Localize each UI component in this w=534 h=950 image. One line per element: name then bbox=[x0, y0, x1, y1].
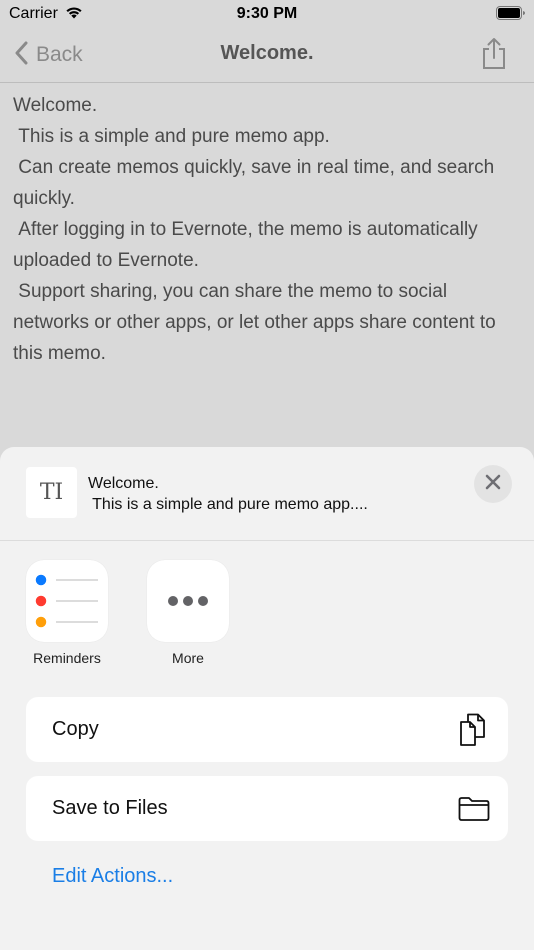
share-icon bbox=[480, 38, 508, 74]
text-thumbnail: TI bbox=[26, 467, 77, 518]
app-label: Reminders bbox=[33, 650, 101, 666]
copy-action[interactable]: Copy bbox=[26, 697, 508, 762]
memo-text[interactable]: Welcome. This is a simple and pure memo … bbox=[13, 90, 519, 369]
close-button[interactable] bbox=[474, 465, 512, 503]
share-button[interactable] bbox=[480, 36, 508, 75]
reminders-icon bbox=[26, 560, 108, 642]
preview-subtitle: This is a simple and pure memo app.... bbox=[88, 496, 368, 513]
share-preview: TI Welcome. This is a simple and pure me… bbox=[0, 447, 534, 541]
navigation-bar: Back Welcome. bbox=[0, 28, 534, 83]
close-icon bbox=[485, 474, 501, 495]
text-format-icon: TI bbox=[39, 480, 64, 505]
app-reminders[interactable]: Reminders bbox=[26, 560, 108, 666]
share-sheet: TI Welcome. This is a simple and pure me… bbox=[0, 447, 534, 950]
folder-icon bbox=[458, 796, 490, 827]
more-icon bbox=[147, 560, 229, 642]
copy-icon bbox=[458, 713, 490, 752]
battery-icon bbox=[496, 6, 526, 26]
page-title: Welcome. bbox=[220, 42, 314, 64]
preview-title: Welcome. bbox=[88, 475, 159, 492]
status-bar: Carrier 9:30 PM bbox=[0, 0, 534, 28]
app-more[interactable]: More bbox=[147, 560, 229, 666]
save-to-files-action[interactable]: Save to Files bbox=[26, 776, 508, 841]
status-time: 9:30 PM bbox=[236, 5, 298, 22]
app-label: More bbox=[172, 650, 204, 666]
edit-actions-link[interactable]: Edit Actions... bbox=[52, 865, 173, 888]
action-label: Copy bbox=[52, 718, 99, 740]
action-label: Save to Files bbox=[52, 797, 168, 819]
